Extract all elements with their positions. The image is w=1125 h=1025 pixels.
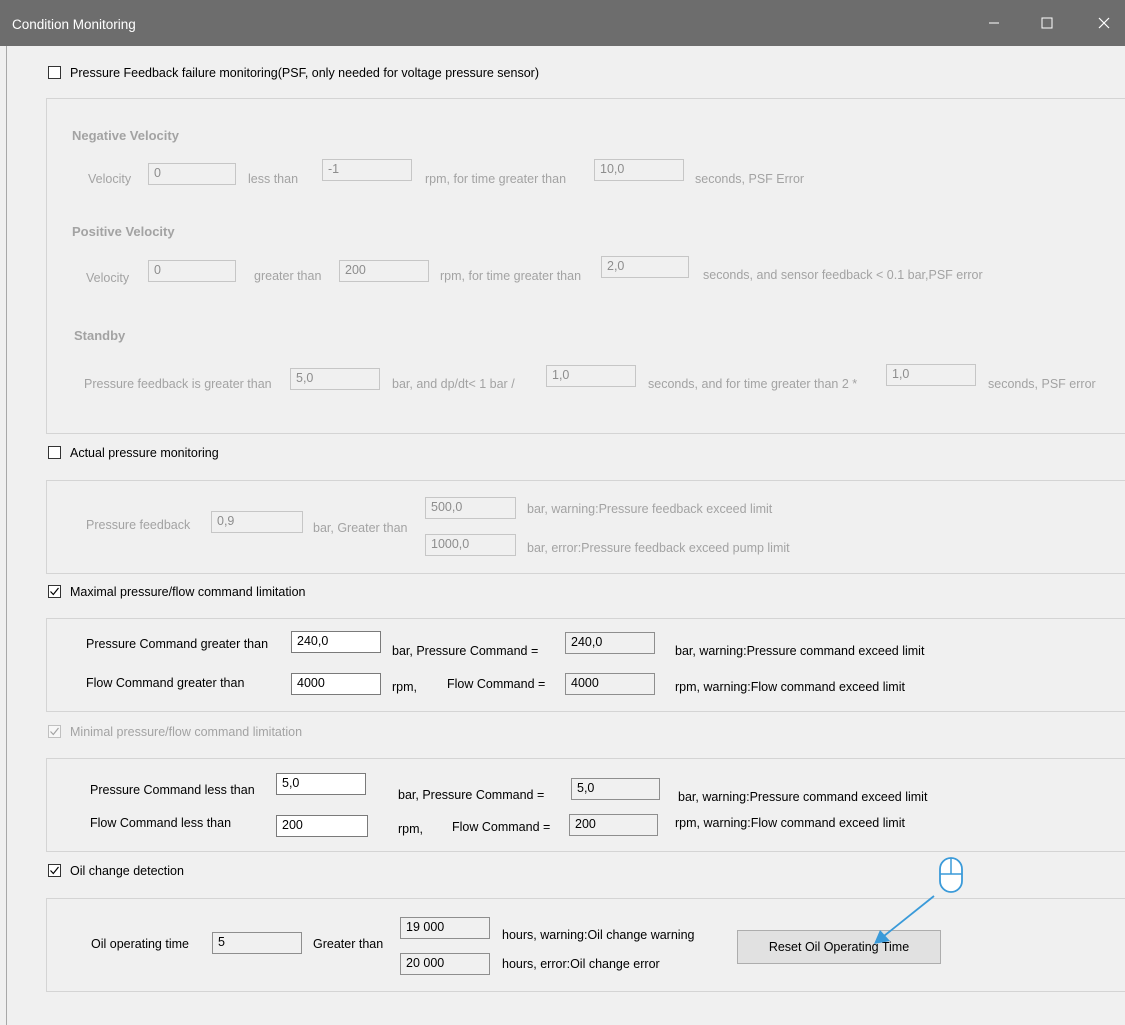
max-pressure-label: Pressure Command greater than — [86, 637, 269, 651]
actual-warning-label: bar, warning:Pressure feedback exceed li… — [527, 502, 773, 516]
pos-velocity-label: Velocity — [86, 271, 130, 285]
checkmark-icon — [50, 587, 59, 596]
standby-pf-input[interactable]: 5,0 — [290, 368, 380, 390]
min-flow-command-display: 200 — [569, 814, 658, 836]
pos-velocity-input[interactable]: 0 — [148, 260, 236, 282]
max-flow-label: Flow Command greater than — [86, 676, 245, 690]
neg-suffix-label: seconds, PSF Error — [695, 172, 805, 186]
neg-velocity-label: Velocity — [88, 172, 132, 186]
pos-threshold-input[interactable]: 200 — [339, 260, 429, 282]
standby-time-input[interactable]: 1,0 — [886, 364, 976, 386]
min-pressure-label: Pressure Command less than — [90, 783, 255, 797]
close-button[interactable] — [1081, 0, 1125, 46]
checkmark-icon — [50, 727, 59, 736]
psf-checkbox[interactable] — [48, 66, 61, 79]
actual-error-input[interactable]: 1000,0 — [425, 534, 516, 556]
oil-warning-display: 19 000 — [400, 917, 490, 939]
min-flow-unit-label: rpm, — [398, 822, 423, 836]
neg-time-label: rpm, for time greater than — [425, 172, 567, 186]
max-flow-mid-label: Flow Command = — [447, 677, 546, 691]
oil-error-display: 20 000 — [400, 953, 490, 975]
pos-greater-than-label: greater than — [254, 269, 322, 283]
actual-pf-label: Pressure feedback — [86, 518, 191, 532]
oil-error-label: hours, error:Oil change error — [502, 957, 660, 971]
pos-suffix-label: seconds, and sensor feedback < 0.1 bar,P… — [703, 268, 983, 282]
standby-dp-label: bar, and dp/dt< 1 bar / — [392, 377, 515, 391]
oil-change-checkbox-label: Oil change detection — [70, 864, 184, 878]
max-flow-suffix-label: rpm, warning:Flow command exceed limit — [675, 680, 905, 694]
minimize-icon — [989, 22, 999, 24]
oil-greater-than-label: Greater than — [313, 937, 384, 951]
min-pressure-input[interactable]: 5,0 — [276, 773, 366, 795]
min-limit-checkbox-label: Minimal pressure/flow command limitation — [70, 725, 303, 739]
oil-change-panel — [46, 898, 1125, 992]
standby-pf-label: Pressure feedback is greater than — [84, 377, 272, 391]
max-limit-checkbox[interactable] — [48, 585, 61, 598]
actual-warning-input[interactable]: 500,0 — [425, 497, 516, 519]
psf-checkbox-label: Pressure Feedback failure monitoring(PSF… — [70, 66, 539, 80]
standby-heading: Standby — [74, 328, 126, 343]
min-pressure-mid-label: bar, Pressure Command = — [398, 788, 545, 802]
maximize-button[interactable] — [1024, 0, 1070, 46]
standby-suffix-label: seconds, PSF error — [988, 377, 1096, 391]
actual-pressure-checkbox[interactable] — [48, 446, 61, 459]
actual-greater-than-label: bar, Greater than — [313, 521, 408, 535]
oil-change-checkbox[interactable] — [48, 864, 61, 877]
min-limit-panel — [46, 758, 1125, 852]
oil-time-label: Oil operating time — [91, 937, 189, 951]
positive-velocity-heading: Positive Velocity — [72, 224, 175, 239]
window-title: Condition Monitoring — [12, 17, 136, 32]
neg-time-input[interactable]: 10,0 — [594, 159, 684, 181]
standby-dp-input[interactable]: 1,0 — [546, 365, 636, 387]
reset-oil-operating-time-button[interactable]: Reset Oil Operating Time — [737, 930, 941, 964]
actual-pressure-checkbox-label: Actual pressure monitoring — [70, 446, 219, 460]
min-limit-checkbox[interactable] — [48, 725, 61, 738]
negative-velocity-heading: Negative Velocity — [72, 128, 179, 143]
actual-pressure-panel — [46, 480, 1125, 574]
actual-error-label: bar, error:Pressure feedback exceed pump… — [527, 541, 790, 555]
maximize-icon — [1041, 17, 1053, 29]
title-bar: Condition Monitoring — [0, 0, 1125, 46]
min-flow-label: Flow Command less than — [90, 816, 232, 830]
oil-time-display: 5 — [212, 932, 302, 954]
checkmark-icon — [50, 866, 59, 875]
minimize-button[interactable] — [971, 0, 1017, 46]
min-flow-mid-label: Flow Command = — [452, 820, 551, 834]
max-pressure-command-display: 240,0 — [565, 632, 655, 654]
max-flow-input[interactable]: 4000 — [291, 673, 381, 695]
standby-time-label: seconds, and for time greater than 2 * — [648, 377, 858, 391]
neg-less-than-label: less than — [248, 172, 299, 186]
max-flow-unit-label: rpm, — [392, 680, 417, 694]
pos-time-input[interactable]: 2,0 — [601, 256, 689, 278]
max-pressure-input[interactable]: 240,0 — [291, 631, 381, 653]
pos-time-label: rpm, for time greater than — [440, 269, 582, 283]
max-limit-checkbox-label: Maximal pressure/flow command limitation — [70, 585, 306, 599]
min-pressure-command-display: 5,0 — [571, 778, 660, 800]
min-flow-suffix-label: rpm, warning:Flow command exceed limit — [675, 816, 905, 830]
neg-velocity-input[interactable]: 0 — [148, 163, 236, 185]
oil-warning-label: hours, warning:Oil change warning — [502, 928, 695, 942]
min-flow-input[interactable]: 200 — [276, 815, 368, 837]
max-flow-command-display: 4000 — [565, 673, 655, 695]
min-pressure-suffix-label: bar, warning:Pressure command exceed lim… — [678, 790, 928, 804]
neg-threshold-input[interactable]: -1 — [322, 159, 412, 181]
max-pressure-suffix-label: bar, warning:Pressure command exceed lim… — [675, 644, 925, 658]
max-pressure-mid-label: bar, Pressure Command = — [392, 644, 539, 658]
close-icon — [1098, 17, 1110, 29]
actual-pf-input[interactable]: 0,9 — [211, 511, 303, 533]
